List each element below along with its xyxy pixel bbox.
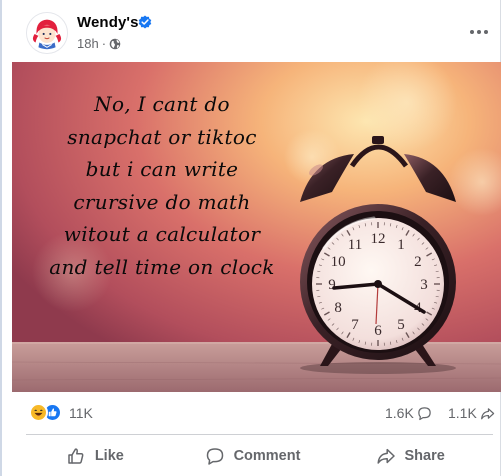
post-meta: 18h · <box>77 36 121 51</box>
clock-numeral: 11 <box>348 237 362 253</box>
comment-count-link[interactable]: 1.6K <box>385 405 432 421</box>
share-count: 1.1K <box>448 405 477 421</box>
more-dot <box>470 30 474 34</box>
clock-numeral: 2 <box>414 254 422 270</box>
more-dot <box>484 30 488 34</box>
globe-icon[interactable] <box>109 38 121 50</box>
clock-numeral: 12 <box>371 231 386 247</box>
wendys-logo <box>27 13 67 53</box>
image-caption-text: No, I cant do snapchat or tiktoc but i c… <box>12 88 312 283</box>
clock-numeral: 9 <box>328 277 336 293</box>
caption-line: witout a calculator <box>63 222 261 246</box>
clock-numeral: 10 <box>331 254 346 270</box>
share-icon <box>480 407 495 419</box>
reaction-count[interactable]: 11K <box>69 405 93 421</box>
post-actions: Like Comment Share <box>2 436 501 476</box>
post-stats: 11K 1.6K 1.1K <box>2 392 501 432</box>
comment-label: Comment <box>233 448 301 464</box>
post-card: Wendy's 18h · 12 1 2 3 5 6 7 8 9 10 11 N… <box>0 0 501 476</box>
thumbs-up-icon <box>68 448 84 464</box>
like-button[interactable]: Like <box>16 436 174 476</box>
comment-icon <box>418 406 431 420</box>
divider <box>26 434 493 435</box>
caption-line: snapchat or tiktoc <box>67 124 257 149</box>
comment-count: 1.6K <box>385 405 414 421</box>
share-icon <box>376 448 395 464</box>
comment-icon <box>206 448 223 465</box>
haha-reaction-icon <box>29 403 48 422</box>
avatar[interactable] <box>26 12 68 54</box>
clock-numeral: 3 <box>420 277 428 293</box>
page-name[interactable]: Wendy's <box>77 14 139 31</box>
clock-numeral: 8 <box>334 300 342 316</box>
post-header: Wendy's 18h · <box>2 0 501 62</box>
clock-numeral: 5 <box>397 317 405 333</box>
meta-separator: · <box>101 36 107 51</box>
share-button[interactable]: Share <box>331 436 489 476</box>
caption-line: crursive do math <box>73 189 251 214</box>
verified-badge-icon <box>138 15 152 29</box>
share-label: Share <box>404 448 445 464</box>
comment-button[interactable]: Comment <box>174 436 332 476</box>
post-image[interactable]: 121234567891011 No, I cant do snapchat o… <box>12 62 501 392</box>
post-time[interactable]: 18h <box>77 36 99 51</box>
more-options-icon[interactable] <box>465 18 493 46</box>
clock-numeral: 1 <box>397 237 405 253</box>
caption-line: and tell time on clock <box>49 254 275 279</box>
clock-numeral: 6 <box>374 323 382 339</box>
reaction-summary[interactable]: 11K <box>29 403 93 422</box>
caption-line: but i can write <box>85 157 239 181</box>
more-dot <box>477 30 481 34</box>
share-count-link[interactable]: 1.1K <box>448 405 495 421</box>
clock-numeral: 7 <box>351 317 359 333</box>
caption-line: No, I cant do <box>94 92 230 116</box>
like-label: Like <box>94 448 124 464</box>
